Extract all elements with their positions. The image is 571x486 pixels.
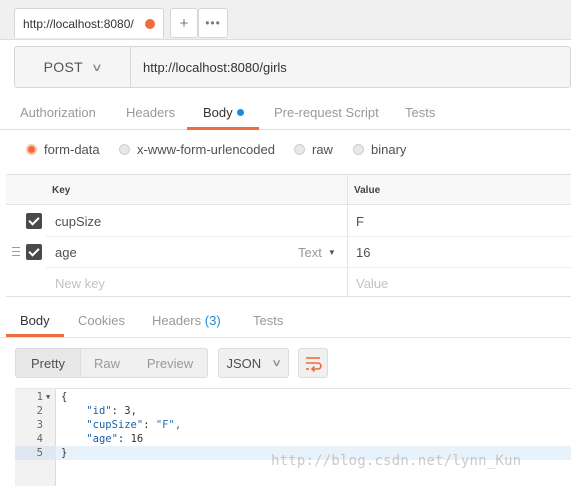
radio-raw[interactable]: raw <box>294 142 333 157</box>
radio-label: form-data <box>44 142 100 157</box>
row-type-label: Text <box>298 245 322 260</box>
code-text: { <box>61 391 68 403</box>
tab-body[interactable]: Body <box>203 105 244 120</box>
unsaved-dot-icon <box>145 19 155 29</box>
response-tab-body[interactable]: Body <box>20 313 50 328</box>
tab-headers[interactable]: Headers <box>126 105 175 120</box>
view-raw-button[interactable]: Raw <box>81 349 133 377</box>
watermark-text: http://blog.csdn.net/lynn_Kun <box>271 453 522 469</box>
code-text: "age": 16 <box>86 433 144 445</box>
request-tab-strip: http://localhost:8080/ + ••• <box>0 0 571 40</box>
tab-authorization[interactable]: Authorization <box>20 105 96 120</box>
radio-x-www-form-urlencoded[interactable]: x-www-form-urlencoded <box>119 142 275 157</box>
code-line: 4 "age": 16 <box>15 432 571 446</box>
radio-label: binary <box>371 142 407 157</box>
request-tab[interactable]: http://localhost:8080/ <box>14 8 164 38</box>
radio-label: x-www-form-urlencoded <box>137 142 275 157</box>
active-tab-indicator <box>187 127 259 130</box>
params-table: Key Value cupSize F age Text ▼ 16 New key… <box>6 174 571 297</box>
drag-handle-icon[interactable] <box>12 247 20 256</box>
response-tab-headers[interactable]: Headers (3) <box>152 313 221 328</box>
radio-icon <box>119 144 130 155</box>
json-key: "cupSize" <box>86 419 144 431</box>
code-text: "id": 3, <box>86 405 137 417</box>
response-body: 1 ▼ { 2 "id": 3, 3 "cupSize": "F", 4 "ag… <box>15 388 571 486</box>
tab-tests[interactable]: Tests <box>405 105 435 120</box>
fold-caret-icon[interactable]: ▼ <box>46 390 50 404</box>
line-number: 5 <box>36 447 43 459</box>
code-text: } <box>61 447 68 459</box>
radio-binary[interactable]: binary <box>353 142 406 157</box>
more-icon: ••• <box>205 16 221 30</box>
code-line: 3 "cupSize": "F", <box>15 418 571 432</box>
url-input[interactable]: http://localhost:8080/girls <box>143 60 287 75</box>
value-column-header: Value <box>354 185 381 196</box>
request-tab-title: http://localhost:8080/ <box>23 16 134 31</box>
json-value: 3, <box>124 405 137 417</box>
code-line: 2 "id": 3, <box>15 404 571 418</box>
line-number: 4 <box>36 433 43 445</box>
plus-icon: + <box>179 14 189 32</box>
radio-icon <box>353 144 364 155</box>
key-column-header: Key <box>52 185 71 196</box>
new-key-input[interactable]: New key <box>55 276 105 291</box>
body-type-options: form-data x-www-form-urlencoded raw bina… <box>0 138 571 162</box>
wrap-lines-button[interactable] <box>298 348 328 378</box>
response-tab-tests[interactable]: Tests <box>253 313 283 328</box>
format-select[interactable]: JSON ∨ <box>218 348 289 378</box>
tab-pre-request-script[interactable]: Pre-request Script <box>274 105 379 120</box>
wrap-lines-icon <box>306 357 322 373</box>
json-key: "age" <box>86 433 118 445</box>
more-tabs-button[interactable]: ••• <box>198 8 228 38</box>
headers-count-badge: (3) <box>204 313 221 328</box>
format-label: JSON <box>226 355 262 371</box>
row-type-select[interactable]: Text ▼ <box>298 245 336 260</box>
body-indicator-icon <box>236 109 244 116</box>
response-tabs-divider <box>0 337 571 338</box>
radio-selected-icon <box>26 144 37 155</box>
radio-form-data[interactable]: form-data <box>26 142 100 157</box>
chevron-down-icon: ∨ <box>271 357 283 369</box>
method-label: POST <box>43 59 83 75</box>
request-tabs: Authorization Headers Body Pre-request S… <box>0 96 571 130</box>
table-row: cupSize F <box>6 206 571 236</box>
table-row-new: New key Value <box>6 268 571 298</box>
json-value: 16 <box>130 433 144 445</box>
row-checkbox[interactable] <box>26 213 42 229</box>
row-checkbox[interactable] <box>26 244 42 260</box>
row-key[interactable]: age <box>55 245 77 260</box>
code-line: 1 ▼ { <box>15 390 571 404</box>
response-tab-headers-label: Headers <box>152 313 202 328</box>
params-table-header: Key Value <box>6 175 571 205</box>
row-value[interactable]: F <box>356 214 364 229</box>
new-value-input[interactable]: Value <box>356 276 388 291</box>
chevron-down-icon: ∨ <box>90 61 104 74</box>
json-key: "id" <box>86 405 112 417</box>
code-text: "cupSize": "F", <box>86 419 182 431</box>
view-preview-button[interactable]: Preview <box>133 349 207 377</box>
json-value: "F", <box>155 419 182 431</box>
view-mode-group: Pretty Raw Preview <box>15 348 208 378</box>
tab-body-label: Body <box>203 105 233 120</box>
new-tab-button[interactable]: + <box>170 8 198 38</box>
row-key[interactable]: cupSize <box>55 214 101 229</box>
response-tab-cookies[interactable]: Cookies <box>78 313 125 328</box>
line-number: 2 <box>36 405 43 417</box>
line-number: 3 <box>36 419 43 431</box>
line-number: 1 <box>36 391 43 403</box>
radio-label: raw <box>312 142 333 157</box>
url-bar: POST ∨ http://localhost:8080/girls <box>14 46 571 88</box>
table-row: age Text ▼ 16 <box>6 237 571 267</box>
row-value[interactable]: 16 <box>356 245 370 260</box>
caret-down-icon: ▼ <box>327 248 336 257</box>
method-select[interactable]: POST ∨ <box>15 47 131 87</box>
view-pretty-button[interactable]: Pretty <box>16 349 81 377</box>
radio-icon <box>294 144 305 155</box>
